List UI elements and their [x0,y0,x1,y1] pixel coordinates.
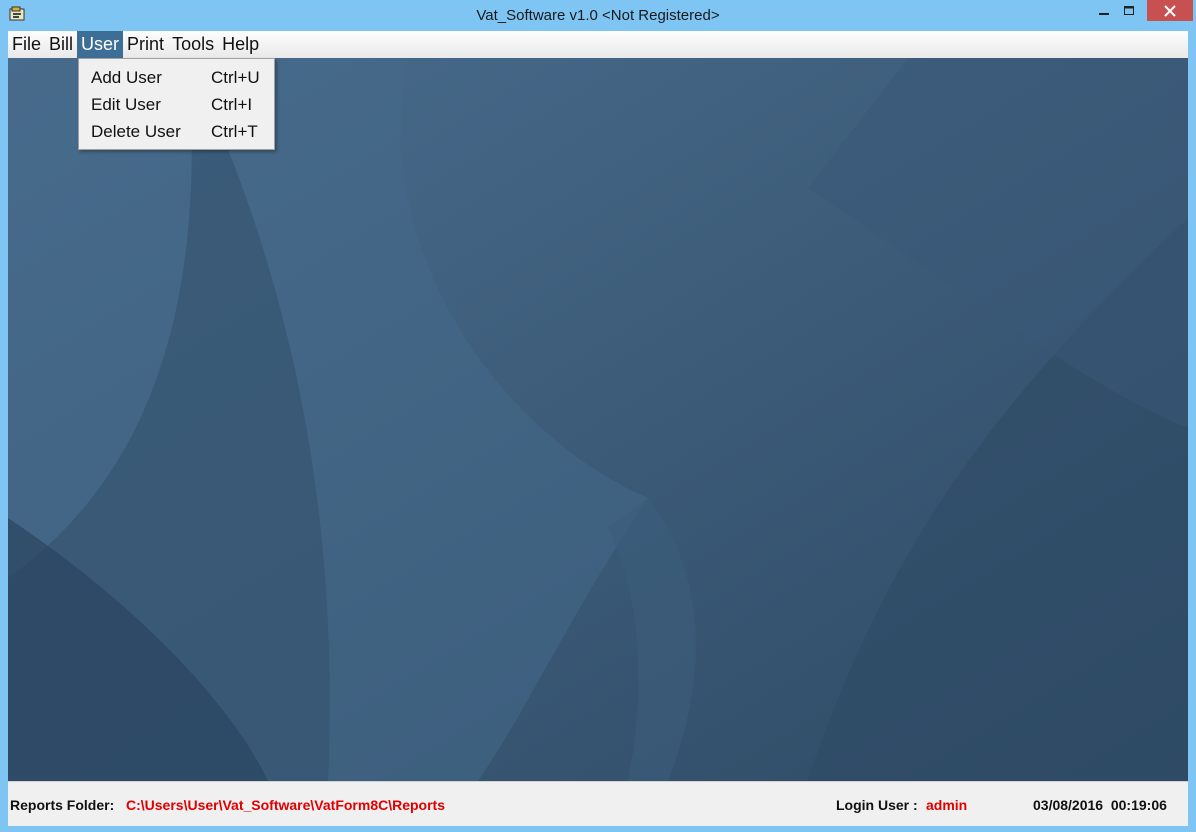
add-user-label: Add User [91,68,162,87]
delete-user-shortcut: Ctrl+T [211,122,258,141]
edit-user-label: Edit User [91,95,161,114]
background-swirl [8,58,1188,781]
maximize-button[interactable] [1112,0,1146,21]
menu-bar: File Bill User Print Tools Help [8,31,1188,58]
title-bar[interactable]: Vat_Software v1.0 <Not Registered> [0,0,1196,31]
menu-item-add-user[interactable]: Add User Ctrl+U [79,66,274,93]
close-icon [1164,4,1176,17]
menu-print[interactable]: Print [123,31,168,58]
add-user-shortcut: Ctrl+U [211,68,260,87]
minimize-icon [1099,12,1109,15]
edit-user-shortcut: Ctrl+I [211,95,253,114]
close-button[interactable] [1147,0,1193,21]
mdi-background [8,58,1188,781]
menu-item-delete-user[interactable]: Delete User Ctrl+T [79,120,274,147]
user-menu-dropdown: Add User Ctrl+U Edit User Ctrl+I Delete … [78,58,275,150]
menu-file[interactable]: File [8,31,45,58]
reports-folder-label: Reports Folder: [10,797,115,813]
menu-tools[interactable]: Tools [168,31,218,58]
status-bar: Reports Folder: C:\Users\User\Vat_Softwa… [8,781,1188,826]
menu-item-edit-user[interactable]: Edit User Ctrl+I [79,93,274,120]
reports-folder-path: C:\Users\User\Vat_Software\VatForm8C\Rep… [126,797,445,813]
login-user-label: Login User : [836,797,918,813]
maximize-icon [1124,5,1134,15]
login-user-value: admin [926,797,968,813]
menu-help[interactable]: Help [218,31,263,58]
menu-user[interactable]: User [77,31,124,58]
window-title: Vat_Software v1.0 <Not Registered> [476,7,720,24]
menu-bill[interactable]: Bill [45,31,77,58]
delete-user-label: Delete User [91,122,181,141]
app-window: Vat_Software v1.0 <Not Registered> File … [0,0,1196,832]
status-datetime: 03/08/2016 00:19:06 [1033,797,1167,813]
